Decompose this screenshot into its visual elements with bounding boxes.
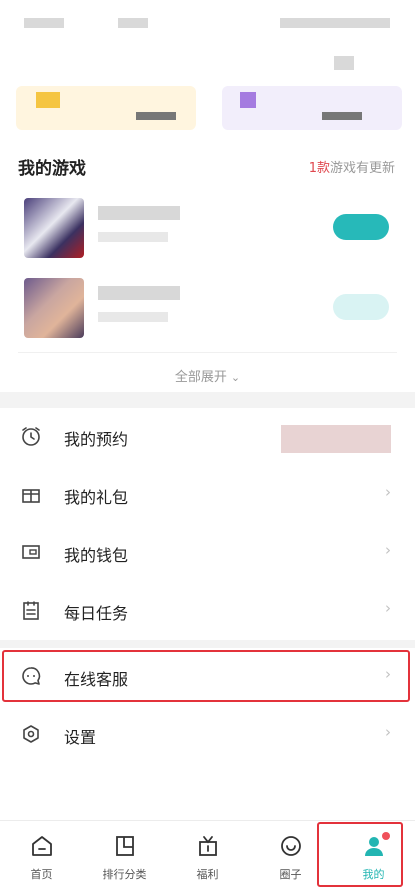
- divider: [18, 352, 397, 353]
- game-meta-blur: [98, 232, 168, 242]
- game-icon: [24, 278, 84, 338]
- tab-ranking[interactable]: 排行分类: [83, 821, 166, 890]
- game-icon: [24, 198, 84, 258]
- menu-card-secondary: 在线客服 › 设置 ›: [0, 648, 415, 820]
- menu-label-daily-tasks: 每日任务: [64, 604, 129, 623]
- chevron-down-icon: ⌄: [230, 371, 241, 384]
- home-icon: [32, 836, 52, 856]
- menu-item-support[interactable]: 在线客服 ›: [0, 648, 415, 706]
- menu-item-reservations[interactable]: 我的预约: [0, 408, 415, 466]
- expand-label: 全部展开: [174, 370, 227, 385]
- settings-hexagon-icon: [23, 725, 39, 743]
- header-blur: [334, 56, 354, 70]
- tab-label-home: 首页: [30, 868, 53, 881]
- menu-item-wallet[interactable]: 我的钱包 ›: [0, 524, 415, 582]
- ranking-icon: [116, 836, 134, 856]
- status-bar-blur: [24, 18, 64, 28]
- chevron-right-icon: ›: [385, 483, 391, 501]
- tab-mine[interactable]: 我的: [332, 821, 415, 890]
- status-bar-blur: [118, 18, 148, 28]
- menu-card: 我的预约 我的礼包 › 我的钱包 › 每日任务 ›: [0, 408, 415, 640]
- circle-community-icon: [281, 836, 301, 856]
- chevron-right-icon: ›: [385, 665, 391, 683]
- game-action-button[interactable]: [333, 214, 389, 240]
- update-count: 1款: [308, 161, 330, 176]
- notification-badge: [382, 832, 390, 840]
- alarm-clock-icon: [22, 427, 40, 446]
- tab-label-mine: 我的: [362, 868, 385, 881]
- update-suffix: 游戏有更新: [329, 161, 395, 176]
- chat-bubble-icon: [22, 667, 41, 685]
- menu-item-daily-tasks[interactable]: 每日任务 ›: [0, 582, 415, 640]
- game-row[interactable]: [0, 278, 415, 342]
- game-name-blur: [98, 286, 180, 300]
- tab-welfare[interactable]: 福利: [166, 821, 249, 890]
- game-action-button[interactable]: [333, 294, 389, 320]
- menu-label-gifts: 我的礼包: [64, 488, 129, 507]
- menu-item-gifts[interactable]: 我的礼包 ›: [0, 466, 415, 524]
- expand-all-button[interactable]: 全部展开 ⌄: [0, 366, 415, 385]
- tab-label-circle: 圈子: [279, 868, 302, 881]
- my-games-title: 我的游戏: [18, 159, 86, 179]
- game-meta-blur: [98, 312, 168, 322]
- gift-box-icon: [199, 836, 217, 856]
- clipboard-icon: [23, 601, 39, 620]
- menu-label-wallet: 我的钱包: [64, 546, 129, 565]
- promo-banner-left[interactable]: [16, 86, 196, 130]
- wallet-icon: [22, 545, 40, 559]
- chevron-right-icon: ›: [385, 723, 391, 741]
- gift-icon: [22, 489, 40, 503]
- tab-home[interactable]: 首页: [0, 821, 83, 890]
- promo-banner-right[interactable]: [222, 86, 402, 130]
- reservation-thumbnails-blur: [281, 425, 391, 453]
- update-note[interactable]: 1款游戏有更新: [309, 157, 395, 176]
- chevron-right-icon: ›: [385, 599, 391, 617]
- game-card: 我的游戏 1款游戏有更新 全部展开 ⌄: [0, 0, 415, 392]
- menu-item-settings[interactable]: 设置 ›: [0, 706, 415, 764]
- status-bar-blur: [280, 18, 390, 28]
- tab-label-welfare: 福利: [196, 868, 219, 881]
- chevron-right-icon: ›: [385, 541, 391, 559]
- menu-label-support: 在线客服: [64, 670, 129, 689]
- game-name-blur: [98, 206, 180, 220]
- menu-label-reservations: 我的预约: [64, 430, 129, 449]
- tab-circle[interactable]: 圈子: [249, 821, 332, 890]
- game-row[interactable]: [0, 198, 415, 262]
- tab-label-ranking: 排行分类: [102, 868, 147, 881]
- menu-label-settings: 设置: [64, 728, 97, 747]
- bottom-tab-bar: 首页 排行分类 福利 圈子 我的: [0, 820, 415, 890]
